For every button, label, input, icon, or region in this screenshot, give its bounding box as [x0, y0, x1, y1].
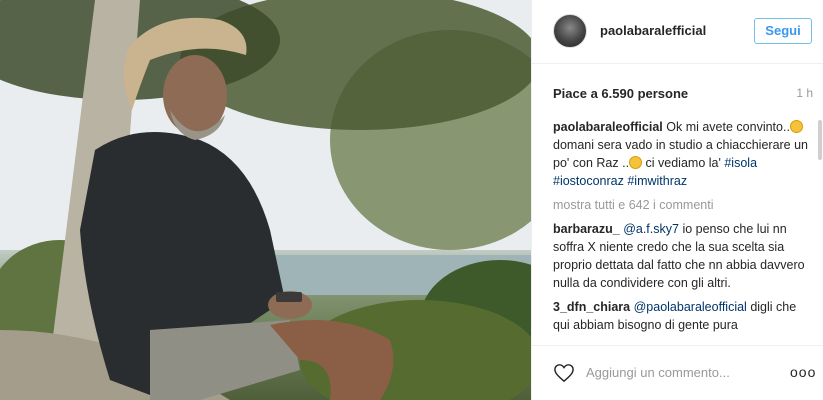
comments-scrollbar[interactable] [818, 120, 822, 160]
more-options-icon[interactable]: ooo [790, 364, 816, 380]
post-footer: Aggiungi un commento... ooo [532, 345, 823, 400]
smiley-emoji-icon [629, 156, 643, 169]
caption-text-1: Ok mi avete convinto.. [666, 120, 790, 134]
heart-icon[interactable] [553, 363, 575, 383]
post-time[interactable]: 1 h [796, 86, 813, 100]
photo-illustration [0, 0, 531, 400]
comment: 3_dfn_chiara @paolabaraleofficial digli … [553, 298, 811, 334]
likes-row: Piace a 6.590 persone 1 h [553, 86, 813, 102]
comment: barbarazu_ @a.f.sky7 io penso che lui nn… [553, 220, 811, 292]
post-details-panel: paolabaralefficial Segui Piace a 6.590 p… [531, 0, 823, 400]
view-all-comments-link[interactable]: mostra tutti e 642 i commenti [553, 196, 811, 214]
caption-username[interactable]: paolabaraleofficial [553, 120, 663, 134]
follow-button[interactable]: Segui [754, 18, 812, 44]
comment-mention[interactable]: @a.f.sky7 [623, 222, 679, 236]
thumbs-up-emoji-icon [789, 120, 803, 133]
hashtag-imwithraz[interactable]: #imwithraz [627, 174, 687, 188]
post-author-username[interactable]: paolabaralefficial [600, 23, 706, 38]
post-photo [0, 0, 531, 400]
hashtag-iostoconraz[interactable]: #iostoconraz [553, 174, 624, 188]
caption: paolabaraleofficial Ok mi avete convinto… [553, 118, 811, 190]
avatar[interactable] [553, 14, 587, 48]
add-comment-input[interactable]: Aggiungi un commento... [586, 365, 730, 380]
comment-username[interactable]: barbarazu_ [553, 222, 620, 236]
comment-mention[interactable]: @paolabaraleofficial [634, 300, 747, 314]
post-header: paolabaralefficial Segui [532, 0, 823, 64]
caption-text-3: ci vediamo la' [645, 156, 721, 170]
likes-count[interactable]: Piace a 6.590 persone [553, 86, 688, 101]
hashtag-isola[interactable]: #isola [724, 156, 757, 170]
comments-list: paolabaraleofficial Ok mi avete convinto… [553, 118, 811, 344]
comment-username[interactable]: 3_dfn_chiara [553, 300, 630, 314]
